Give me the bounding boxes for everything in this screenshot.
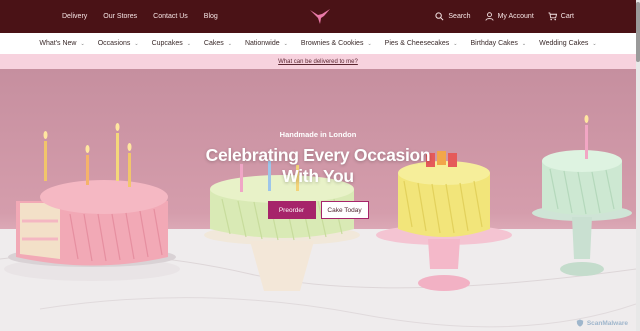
top-links: Delivery Our Stores Contact Us Blog [62,0,218,33]
hero-title-line-2: With You [282,166,354,186]
nav-label: Occasions [97,40,131,47]
our-stores-link[interactable]: Our Stores [103,13,137,20]
nav-item-occasions[interactable]: Occasions ⌄ [98,40,139,47]
watermark-text: ScanMalware [586,319,628,327]
nav-item-whats-new[interactable]: What's New ⌄ [39,40,84,47]
nav-item-birthday-cakes[interactable]: Birthday Cakes ⌄ [470,40,526,47]
hero-eyebrow: Handmade in London [279,130,357,139]
chevron-down-icon: ⌄ [227,40,232,47]
cart-icon [548,12,557,21]
watermark: ScanMalware [576,319,628,327]
hummingbird-logo-icon[interactable] [309,8,331,25]
chevron-down-icon: ⌄ [592,40,597,47]
delivery-link[interactable]: Delivery [62,13,87,20]
chevron-down-icon: ⌄ [453,40,458,47]
chevron-down-icon: ⌄ [80,40,85,47]
search-label: Search [448,13,471,20]
preorder-button[interactable]: Preorder [267,201,316,219]
cart-label: Cart [560,13,574,20]
search-icon [435,12,444,21]
hero-title-line-1: Celebrating Every Occasion [205,145,431,165]
nav-label: Brownies & Cookies [300,40,364,47]
main-nav: What's New ⌄ Occasions ⌄ Cupcakes ⌄ Cakes ⌄ … [0,33,636,54]
nav-label: Pies & Cheesecakes [384,40,450,47]
contact-us-link[interactable]: Contact Us [153,13,188,20]
search-button[interactable]: Search [435,12,471,21]
blog-link[interactable]: Blog [204,13,218,20]
chevron-down-icon: ⌄ [283,40,288,47]
hero-actions: Preorder Cake Today [0,201,636,219]
nav-label: Wedding Cakes [539,40,589,47]
nav-label: Cakes [203,40,224,47]
shield-icon [576,319,584,327]
top-actions: Search My Account Cart [435,0,574,33]
nav-item-wedding-cakes[interactable]: Wedding Cakes ⌄ [539,40,597,47]
nav-item-nationwide[interactable]: Nationwide ⌄ [245,40,288,47]
nav-item-cakes[interactable]: Cakes ⌄ [204,40,232,47]
my-account-label: My Account [497,13,534,20]
announcement-bar: What can be delivered to me? [0,54,636,69]
nav-label: Nationwide [244,40,280,47]
hero-title: Celebrating Every Occasion With You [0,145,636,187]
nav-label: Cupcakes [151,40,183,47]
nav-item-brownies-cookies[interactable]: Brownies & Cookies ⌄ [301,40,372,47]
nav-label: What's New [39,40,77,47]
nav-item-cupcakes[interactable]: Cupcakes ⌄ [152,40,191,47]
chevron-down-icon: ⌄ [521,40,527,47]
user-icon [485,12,494,21]
nav-label: Birthday Cakes [470,40,518,47]
hero-cakes-image [0,115,636,331]
delivery-info-link[interactable]: What can be delivered to me? [278,59,358,65]
chevron-down-icon: ⌄ [186,40,191,47]
cart-button[interactable]: Cart [548,12,574,21]
scrollbar-thumb[interactable] [636,2,640,62]
my-account-button[interactable]: My Account [485,12,534,21]
top-bar: Delivery Our Stores Contact Us Blog Sear… [0,0,640,33]
chevron-down-icon: ⌄ [367,40,372,47]
nav-item-pies-cheesecakes[interactable]: Pies & Cheesecakes ⌄ [385,40,458,47]
chevron-down-icon: ⌄ [134,40,139,47]
hero-banner: Handmade in London Celebrating Every Occ… [0,69,636,331]
cake-today-button[interactable]: Cake Today [320,201,369,219]
